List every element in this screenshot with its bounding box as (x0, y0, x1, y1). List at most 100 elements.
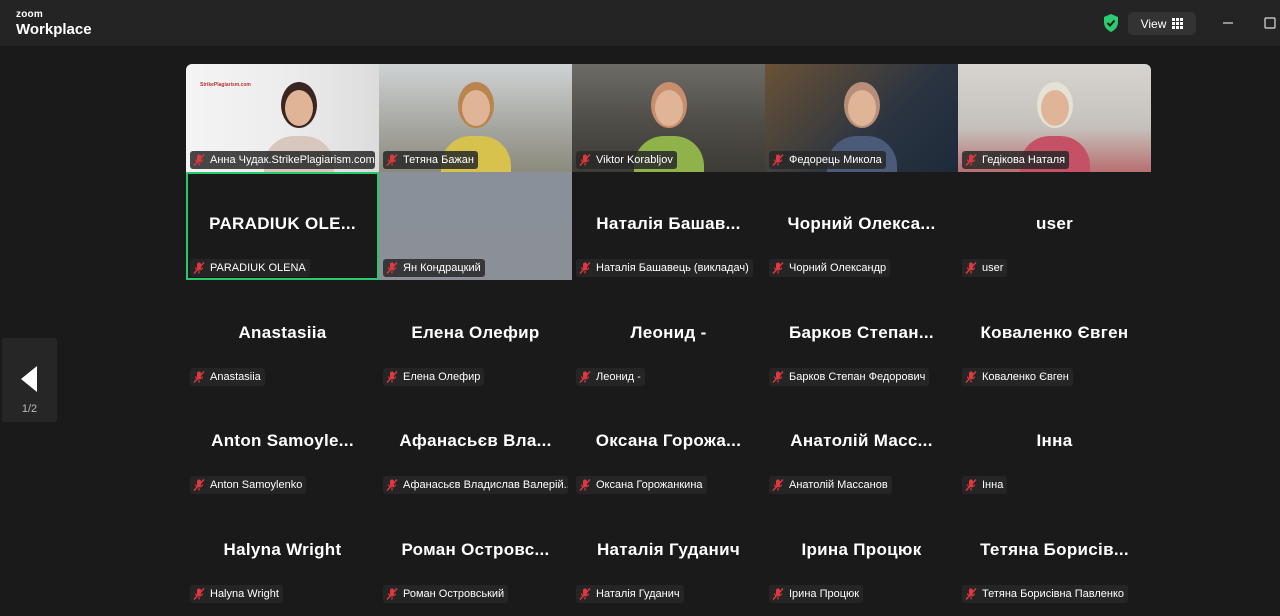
minimize-icon[interactable] (1219, 14, 1237, 32)
participant-tile[interactable]: PARADIUK OLE... PARADIUK OLENA (186, 172, 379, 280)
participant-display-name: Anastasiia (238, 323, 327, 342)
participant-tile[interactable]: Роман Островс... Роман Островський (379, 498, 572, 606)
participant-tile[interactable]: Anastasiia Anastasiia (186, 281, 379, 389)
participant-tile[interactable]: Тетяна Борисів... Тетяна Борисівна Павлен… (958, 498, 1151, 606)
participant-name: Ян Кондрацкий (403, 262, 481, 274)
participant-name-tag: Тетяна Борисівна Павленко (962, 585, 1129, 603)
muted-mic-icon (772, 371, 784, 383)
participant-name: Тетяна Бажан (403, 154, 474, 166)
participant-name: PARADIUK OLENA (210, 262, 306, 274)
participant-name-tag: Viktor Korabljov (576, 151, 677, 169)
participant-name: Наталія Гуданич (596, 588, 680, 600)
participant-display-name: PARADIUK OLE... (209, 214, 356, 233)
participant-tile[interactable]: Елена Олефир Елена Олефир (379, 281, 572, 389)
muted-mic-icon (193, 371, 205, 383)
participant-tile[interactable]: Леонид - Леонид - (572, 281, 765, 389)
participant-name: Чорний Олександр (789, 262, 887, 274)
muted-mic-icon (579, 588, 591, 600)
participant-name-tag: Ян Кондрацкий (383, 259, 485, 277)
page-indicator: 1/2 (21, 403, 38, 415)
logo-line-2: Workplace (16, 21, 92, 38)
participant-name: user (982, 262, 1004, 274)
view-button[interactable]: View (1128, 12, 1196, 35)
participant-name-tag: Оксана Горожанкина (576, 476, 707, 494)
participant-tile[interactable]: Федорець Микола (765, 64, 958, 172)
muted-mic-icon (193, 262, 205, 274)
participant-name-tag: Чорний Олександр (769, 259, 891, 277)
participant-name-tag: Елена Олефир (383, 368, 485, 386)
muted-mic-icon (965, 262, 977, 274)
participant-name: Федорець Микола (789, 154, 882, 166)
muted-mic-icon (193, 479, 205, 491)
previous-page-button[interactable]: 1/2 (2, 338, 57, 422)
participant-name: Елена Олефир (403, 371, 481, 383)
participant-display-name: Чорний Олекса... (787, 214, 936, 233)
participant-name-tag: Леонид - (576, 368, 645, 386)
participant-name-tag: Наталія Гуданич (576, 585, 684, 603)
muted-mic-icon (772, 154, 784, 166)
participant-name: Інна (982, 479, 1004, 491)
participant-display-name: user (1035, 214, 1074, 233)
participant-tile[interactable]: Інна Інна (958, 389, 1151, 497)
participant-display-name: Наталія Башав... (596, 214, 741, 233)
participant-name: Ірина Процюк (789, 588, 860, 600)
participant-display-name: Тетяна Борисів... (980, 540, 1129, 559)
participant-display-name: Леонид - (630, 323, 707, 342)
zoom-logo: zoom Workplace (16, 10, 92, 38)
participant-name-tag: Ірина Процюк (769, 585, 864, 603)
participant-tile[interactable]: Афанасьєв Вла... Афанасьєв Владислав Вале… (379, 389, 572, 497)
muted-mic-icon (579, 371, 591, 383)
participant-name: Анна Чудак.StrikePlagiarism.com (210, 154, 375, 166)
muted-mic-icon (386, 371, 398, 383)
participant-tile[interactable]: Чорний Олекса... Чорний Олександр (765, 172, 958, 280)
participant-tile[interactable]: Оксана Горожа... Оксана Горожанкина (572, 389, 765, 497)
participant-name-tag: Коваленко Євген (962, 368, 1073, 386)
participant-tile[interactable]: Наталія Башав... Наталія Башавець (виклад… (572, 172, 765, 280)
participant-name: Anton Samoylenko (210, 479, 303, 491)
participant-name-tag: Тетяна Бажан (383, 151, 478, 169)
participant-name: Гедікова Наталя (982, 154, 1066, 166)
participant-tile[interactable]: Анатолій Масс... Анатолій Массанов (765, 389, 958, 497)
shield-icon[interactable] (1101, 13, 1121, 33)
muted-mic-icon (965, 588, 977, 600)
participant-tile[interactable]: Ірина Процюк Ірина Процюк (765, 498, 958, 606)
participant-tile[interactable]: Ян Кондрацкий (379, 172, 572, 280)
participant-tile[interactable]: Тетяна Бажан (379, 64, 572, 172)
participant-tile[interactable]: Наталія Гуданич Наталія Гуданич (572, 498, 765, 606)
muted-mic-icon (386, 588, 398, 600)
participant-name-tag: Анатолій Массанов (769, 476, 892, 494)
participant-tile[interactable]: Коваленко Євген Коваленко Євген (958, 281, 1151, 389)
muted-mic-icon (965, 371, 977, 383)
participant-name-tag: Федорець Микола (769, 151, 886, 169)
participant-tile[interactable]: Viktor Korabljov (572, 64, 765, 172)
participant-display-name: Halyna Wright (223, 540, 342, 559)
muted-mic-icon (386, 154, 398, 166)
participant-tile[interactable]: user user (958, 172, 1151, 280)
participant-tile[interactable]: StrikePlagiarism.com Анна Чудак.StrikePla… (186, 64, 379, 172)
participant-name-tag: Наталія Башавець (викладач) (576, 259, 753, 277)
participant-name-tag: Афанасьєв Владислав Валерій... (383, 476, 568, 494)
muted-mic-icon (772, 588, 784, 600)
muted-mic-icon (386, 479, 398, 491)
muted-mic-icon (193, 154, 205, 166)
maximize-icon[interactable] (1261, 14, 1279, 32)
participant-name-tag: Анна Чудак.StrikePlagiarism.com (190, 151, 375, 169)
muted-mic-icon (772, 479, 784, 491)
participant-name: Тетяна Борисівна Павленко (982, 588, 1125, 600)
participant-display-name: Ірина Процюк (801, 540, 922, 559)
participant-tile[interactable]: Halyna Wright Halyna Wright (186, 498, 379, 606)
muted-mic-icon (579, 154, 591, 166)
participant-name-tag: PARADIUK OLENA (190, 259, 310, 277)
participant-name-tag: Anastasiia (190, 368, 265, 386)
grid-icon (1172, 18, 1184, 29)
participant-name-tag: Барков Степан Федорович (769, 368, 930, 386)
participant-display-name: Інна (1036, 431, 1073, 450)
participant-display-name: Афанасьєв Вла... (399, 431, 552, 450)
participant-tile[interactable]: Anton Samoyle... Anton Samoylenko (186, 389, 379, 497)
participant-tile[interactable]: Гедікова Наталя (958, 64, 1151, 172)
participant-name: Барков Степан Федорович (789, 371, 926, 383)
participant-tile[interactable]: Барков Степан... Барков Степан Федорович (765, 281, 958, 389)
participant-name: Anastasiia (210, 371, 261, 383)
participant-display-name: Роман Островс... (401, 540, 550, 559)
participant-name: Роман Островський (403, 588, 505, 600)
